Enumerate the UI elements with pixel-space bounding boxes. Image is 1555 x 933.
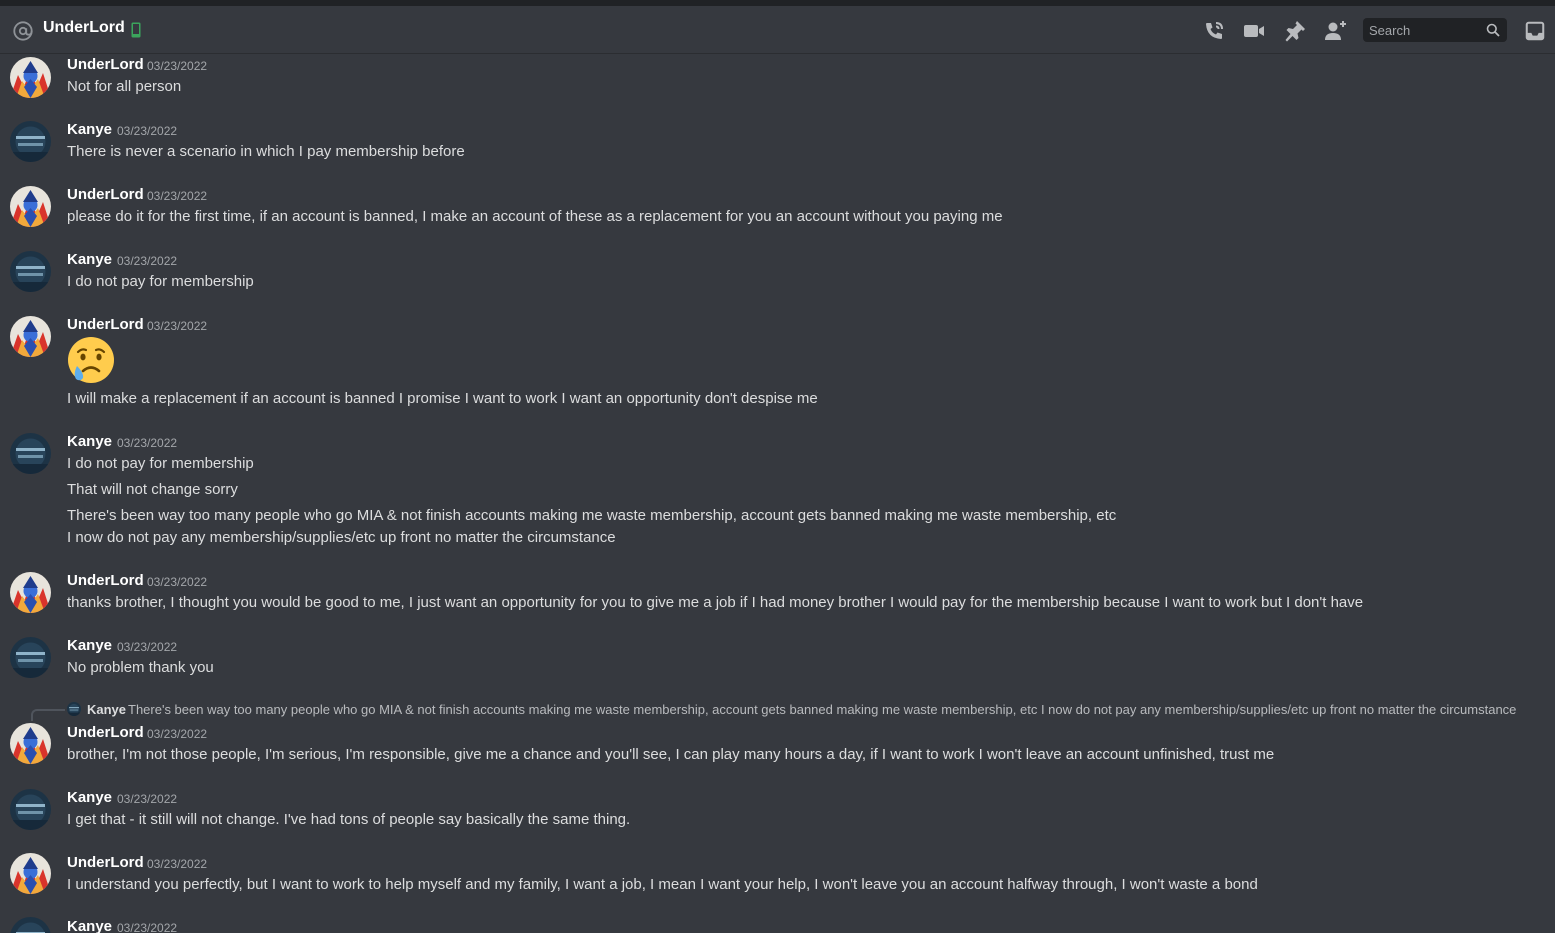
message-text: I get that - it still will not change. I… xyxy=(67,811,631,828)
message-timestamp: 03/23/2022 xyxy=(117,436,178,450)
message-timestamp: 03/23/2022 xyxy=(117,792,178,806)
avatar[interactable] xyxy=(10,572,51,613)
message-author[interactable]: Kanye xyxy=(67,637,112,654)
mobile-phone-icon xyxy=(131,22,141,38)
message-text: I will make a replacement if an account … xyxy=(67,390,818,407)
message-author[interactable]: UnderLord xyxy=(67,186,144,203)
message-text: Not for all person xyxy=(67,78,182,95)
video-camera-icon[interactable] xyxy=(1242,19,1266,43)
message-timestamp: 03/23/2022 xyxy=(147,319,208,333)
avatar[interactable] xyxy=(10,433,51,474)
message-timestamp: 03/23/2022 xyxy=(147,59,208,73)
avatar[interactable] xyxy=(10,121,51,162)
message-author[interactable]: Kanye xyxy=(67,251,112,268)
message-author[interactable]: UnderLord xyxy=(67,724,144,741)
message-text: I now do not pay any membership/supplies… xyxy=(67,529,616,546)
pin-icon[interactable] xyxy=(1283,19,1307,43)
message-timestamp: 03/23/2022 xyxy=(117,124,178,138)
message-author[interactable]: Kanye xyxy=(67,789,112,806)
message-author[interactable]: UnderLord xyxy=(67,572,144,589)
message-author[interactable]: Kanye xyxy=(67,121,112,138)
message-text: brother, I'm not those people, I'm serio… xyxy=(67,746,1275,763)
search-icon[interactable] xyxy=(1486,23,1500,37)
message-text: No problem thank you xyxy=(67,659,214,676)
message-text: There's been way too many people who go … xyxy=(67,507,1117,524)
message-author[interactable]: Kanye xyxy=(67,433,112,450)
message-text: I do not pay for membership xyxy=(67,273,254,290)
channel-title: UnderLord xyxy=(43,19,125,36)
message-author[interactable]: Kanye xyxy=(67,918,112,933)
avatar[interactable] xyxy=(10,251,51,292)
add-friend-icon[interactable] xyxy=(1323,19,1347,43)
message-text: please do it for the first time, if an a… xyxy=(67,208,1003,225)
phone-call-icon[interactable] xyxy=(1202,19,1226,43)
channel-header: UnderLord xyxy=(0,6,1555,54)
avatar[interactable] xyxy=(10,57,51,98)
avatar[interactable] xyxy=(10,637,51,678)
message-text: There is never a scenario in which I pay… xyxy=(67,143,465,160)
message-list[interactable]: UnderLord 03/23/2022 Not for all person … xyxy=(0,55,1555,933)
avatar[interactable] xyxy=(10,186,51,227)
reply-avatar[interactable] xyxy=(67,702,81,716)
search-input[interactable] xyxy=(1363,18,1483,42)
message-timestamp: 03/23/2022 xyxy=(147,575,208,589)
avatar[interactable] xyxy=(10,316,51,357)
avatar[interactable] xyxy=(10,853,51,894)
crying-face-emoji[interactable] xyxy=(67,336,115,384)
message-author[interactable]: UnderLord xyxy=(67,854,144,871)
reply-preview-text[interactable]: There's been way too many people who go … xyxy=(128,702,1516,717)
message-text: I do not pay for membership xyxy=(67,455,254,472)
message-timestamp: 03/23/2022 xyxy=(117,254,178,268)
message-text: I understand you perfectly, but I want t… xyxy=(67,876,1258,893)
reply-connector xyxy=(31,709,65,721)
avatar[interactable] xyxy=(10,917,51,933)
message-author[interactable]: UnderLord xyxy=(67,56,144,73)
message-timestamp: 03/23/2022 xyxy=(147,857,208,871)
reply-author[interactable]: Kanye xyxy=(87,702,126,717)
message-text: That will not change sorry xyxy=(67,481,238,498)
avatar[interactable] xyxy=(10,723,51,764)
message-author[interactable]: UnderLord xyxy=(67,316,144,333)
search-box[interactable] xyxy=(1363,18,1507,42)
message-timestamp: 03/23/2022 xyxy=(147,727,208,741)
avatar[interactable] xyxy=(10,789,51,830)
message-timestamp: 03/23/2022 xyxy=(117,921,178,933)
at-sign-icon xyxy=(13,21,33,41)
message-timestamp: 03/23/2022 xyxy=(147,189,208,203)
message-timestamp: 03/23/2022 xyxy=(117,640,178,654)
inbox-icon[interactable] xyxy=(1524,20,1546,42)
message-text: thanks brother, I thought you would be g… xyxy=(67,594,1364,611)
